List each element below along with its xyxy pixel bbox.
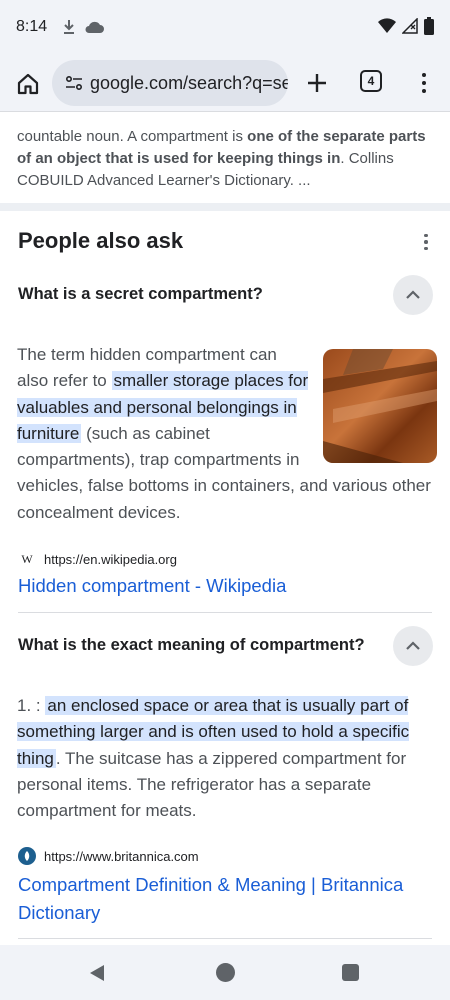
divider (18, 938, 432, 939)
paa-answer-1: The term hidden compartment can also ref… (17, 342, 437, 526)
people-also-ask-title: People also ask (18, 228, 184, 253)
wifi-icon (378, 18, 396, 33)
furniture-thumbnail-image[interactable] (323, 349, 437, 463)
download-icon (64, 20, 74, 34)
battery-icon (424, 17, 434, 35)
result-link-britannica[interactable]: Compartment Definition & Meaning | Brita… (18, 871, 438, 927)
url-bar[interactable]: google.com/search?q=sec (52, 60, 288, 106)
search-results: countable noun. A compartment is one of … (0, 112, 450, 942)
result-link-wikipedia[interactable]: Hidden compartment - Wikipedia (18, 572, 286, 600)
paa-more-options-icon[interactable] (418, 232, 434, 252)
status-time: 8:14 (16, 18, 48, 35)
home-circle-icon[interactable] (216, 963, 235, 982)
site-info-icon[interactable] (64, 73, 84, 93)
home-icon (17, 73, 39, 95)
source-url: https://en.wikipedia.org (44, 551, 177, 567)
source-britannica[interactable]: https://www.britannica.com (18, 847, 199, 865)
home-button[interactable] (12, 68, 44, 100)
source-url: https://www.britannica.com (44, 848, 199, 864)
url-text[interactable]: google.com/search?q=sec (90, 73, 288, 94)
new-tab-plus-icon (308, 74, 326, 92)
browser-toolbar: google.com/search?q=sec 4 (0, 56, 450, 112)
new-tab-button[interactable] (302, 68, 332, 98)
paa-question-1[interactable]: What is a secret compartment? (18, 285, 263, 304)
recents-square-icon[interactable] (342, 964, 359, 981)
signal-icon (402, 18, 418, 34)
cloud-icon (85, 21, 104, 33)
chevron-up-icon (406, 641, 420, 650)
wikipedia-favicon: W (21, 551, 33, 566)
source-wikipedia[interactable]: W https://en.wikipedia.org (18, 550, 177, 568)
dictionary-snippet: countable noun. A compartment is one of … (17, 128, 426, 189)
menu-dots-icon[interactable] (410, 68, 438, 98)
back-triangle-icon[interactable] (88, 963, 106, 983)
paa-question-2[interactable]: What is the exact meaning of compartment… (18, 636, 365, 655)
tab-switcher-button[interactable]: 4 (360, 70, 382, 92)
collapse-button-2[interactable] (393, 626, 433, 666)
collapse-button-1[interactable] (393, 275, 433, 315)
section-separator (0, 203, 450, 211)
divider (18, 612, 432, 613)
paa-answer-2: 1. : an enclosed space or area that is u… (17, 696, 410, 821)
britannica-favicon-icon (18, 847, 36, 865)
system-nav-bar (0, 945, 450, 1000)
status-bar: 8:14 (0, 0, 450, 56)
chevron-up-icon (406, 290, 420, 299)
